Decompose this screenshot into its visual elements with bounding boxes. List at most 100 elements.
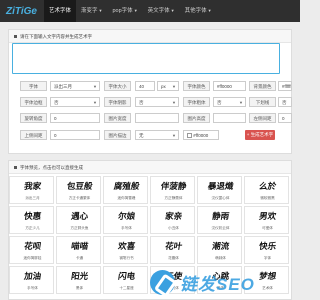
font-preview-card[interactable]: 快乐 字体 [244, 236, 289, 264]
font-preview-caption: 方正卡通繁体 [68, 196, 91, 200]
font-preview-caption: 派出三月 [25, 196, 40, 200]
font-preview-caption: 手写体 [27, 286, 38, 290]
font-preview-caption: 花瓣体 [168, 256, 179, 260]
font-preview-image: 伴菠静 [160, 182, 188, 192]
font-preview-caption: 方正静蕾体 [164, 196, 183, 200]
font-preview-caption: 手写体 [121, 226, 132, 230]
color-swatch [187, 133, 192, 139]
font-preview-caption: 黑体 [75, 286, 84, 290]
border-select[interactable]: 无 ▼ [135, 130, 179, 140]
font-preview-caption: 钢笔行书 [119, 256, 134, 260]
font-preview-image: 遇心 [70, 212, 89, 222]
border-label: 图片描边 [104, 130, 131, 140]
list-icon [14, 166, 17, 170]
font-preview-card[interactable]: 尔娘 手写体 [103, 206, 148, 234]
font-preview-card[interactable]: 腐殖般 迷你简雪峰 [103, 176, 148, 204]
font-select[interactable]: 派出三月 ▼ [50, 81, 100, 91]
generate-button[interactable]: + 生成艺术字 [245, 130, 275, 140]
font-preview-card[interactable]: 花呗 迷你简胖娃 [9, 236, 54, 264]
watermark-text: 链发SEO [180, 275, 255, 294]
tab-pop[interactable]: pop字体 ▼ [108, 0, 143, 22]
chevron-down-icon: ▼ [98, 8, 103, 13]
color-label: 字体颜色 [183, 81, 210, 91]
rotate-label: 旋转角度 [20, 113, 47, 123]
height-label: 图片高度 [183, 113, 210, 123]
font-preview-image: 阳光 [70, 272, 89, 282]
site-logo[interactable]: ZiTiGe [0, 6, 44, 17]
chevron-down-icon: ▼ [172, 84, 176, 89]
font-preview-caption: 卡通 [75, 256, 84, 260]
font-preview-caption: 方正胖头鱼 [70, 226, 89, 230]
font-preview-image: 喵喵 [70, 242, 89, 252]
width-input[interactable] [135, 113, 179, 123]
top-input[interactable]: 0 [50, 130, 100, 140]
font-preview-card[interactable]: 静雨 汉仪彩云体 [197, 206, 242, 234]
watermark-logo-icon [150, 270, 175, 295]
outline-select[interactable]: 否 ▼ [50, 97, 100, 107]
chevron-down-icon: ▼ [170, 8, 175, 13]
font-preview-card[interactable]: 加油 手写体 [9, 266, 54, 294]
chevron-down-icon: ▼ [133, 8, 138, 13]
pos-input[interactable]: 0 [278, 113, 292, 123]
font-preview-image: 家亲 [164, 212, 183, 222]
font-preview-caption: 迷你简雪峰 [117, 196, 136, 200]
font-preview-card[interactable]: 潮流 萌妹体 [197, 236, 242, 264]
font-preview-card[interactable]: 伴菠静 方正静蕾体 [150, 176, 195, 204]
font-preview-card[interactable]: 家亲 小丑体 [150, 206, 195, 234]
bg-color-input[interactable]: #ffffff [278, 81, 292, 91]
border-color-input[interactable]: #ff0000 [183, 130, 219, 140]
font-preview-image: 尔娘 [117, 212, 136, 222]
font-preview-card[interactable]: 欢喜 钢笔行书 [103, 236, 148, 264]
font-preview-image: 欢喜 [117, 242, 136, 252]
font-preview-card[interactable]: 花叶 花瓣体 [150, 236, 195, 264]
font-preview-caption: 萌妹体 [215, 256, 226, 260]
font-preview-card[interactable]: 暴退熾 汉仪菱心体 [197, 176, 242, 204]
text-input[interactable] [12, 43, 280, 74]
font-preview-image: 快惠 [23, 212, 42, 222]
font-preview-image: 我家 [23, 182, 42, 192]
tab-other[interactable]: 其他字体 ▼ [180, 0, 217, 22]
tab-art-font[interactable]: 艺术字体 [44, 0, 77, 22]
font-preview-image: 闪电 [117, 272, 136, 282]
font-preview-card[interactable]: 男欢 可爱体 [244, 206, 289, 234]
size-label: 字体大小 [104, 81, 131, 91]
font-preview-card[interactable]: 遇心 方正胖头鱼 [56, 206, 101, 234]
font-preview-card[interactable]: 我家 派出三月 [9, 176, 54, 204]
height-input[interactable] [213, 113, 246, 123]
shadow-select[interactable]: 否 ▼ [135, 97, 179, 107]
underline-select[interactable]: 否 [278, 97, 292, 107]
font-preview-image: 腐殖般 [113, 182, 141, 192]
font-preview-caption: 字体 [263, 256, 272, 260]
top-nav: ZiTiGe 艺术字体 渐变字 ▼ pop字体 ▼ 英文字体 ▼ 其他字体 ▼ [0, 0, 300, 22]
size-input[interactable]: 40 [135, 81, 155, 91]
top-label: 上侧间距 [20, 130, 47, 140]
font-preview-card[interactable]: 闪电 十二星座 [103, 266, 148, 294]
font-preview-card[interactable]: 喵喵 卡通 [56, 236, 101, 264]
watermark: 链发SEO [150, 265, 300, 300]
font-preview-caption: 汉仪菱心体 [211, 196, 230, 200]
chevron-down-icon: ▼ [93, 84, 97, 89]
font-preview-card[interactable]: 包豆般 方正卡通繁体 [56, 176, 101, 204]
font-preview-image: 花叶 [164, 242, 183, 252]
tab-english[interactable]: 英文字体 ▼ [143, 0, 180, 22]
font-preview-image: 静雨 [211, 212, 230, 222]
panel-header: 字体预览，点击也可以直接生成 [9, 161, 291, 174]
bg-label: 背景颜色 [249, 81, 276, 91]
size-unit-select[interactable]: px ▼ [157, 81, 179, 91]
tab-gradient[interactable]: 渐变字 ▼ [76, 0, 107, 22]
font-preview-card[interactable]: 阳光 黑体 [56, 266, 101, 294]
font-preview-caption: 小丑体 [168, 226, 179, 230]
font-preview-image: 暴退熾 [207, 182, 235, 192]
color-input[interactable]: #ff0000 [213, 81, 246, 91]
font-preview-caption: 可爱体 [262, 226, 273, 230]
width-label: 图片宽度 [104, 113, 131, 123]
underline-label: 下划线 [249, 97, 276, 107]
font-preview-image: 加油 [23, 272, 42, 282]
bold-select[interactable]: 否 ▼ [213, 97, 246, 107]
outline-label: 字体边框 [20, 97, 47, 107]
font-preview-card[interactable]: 么於 微软雅黑 [244, 176, 289, 204]
font-preview-card[interactable]: 快惠 方正少儿 [9, 206, 54, 234]
font-preview-caption: 微软雅黑 [260, 196, 275, 200]
font-preview-caption: 十二星座 [119, 286, 134, 290]
rotate-input[interactable]: 0 [50, 113, 100, 123]
